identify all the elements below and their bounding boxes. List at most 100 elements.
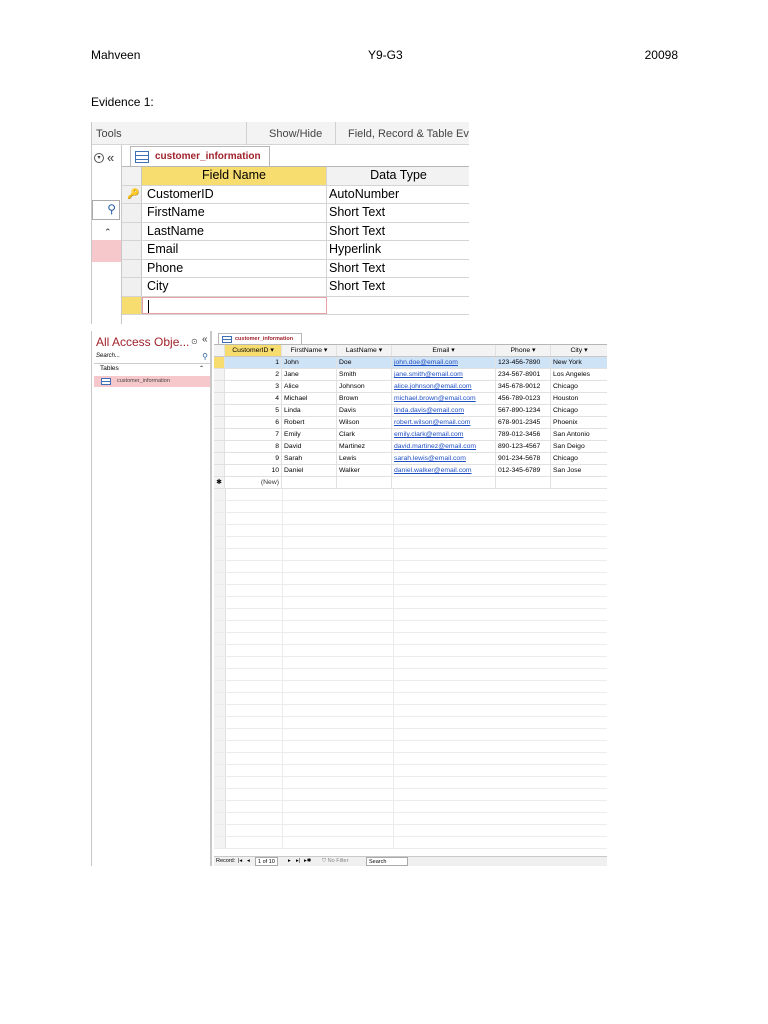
cell-phone[interactable] <box>496 477 551 488</box>
row-selector[interactable] <box>122 222 142 240</box>
column-header-email[interactable]: Email ▾ <box>392 345 496 356</box>
table-row[interactable]: 1 John Doe john.doe@email.com 123-456-78… <box>214 357 607 369</box>
table-row[interactable]: 3 Alice Johnson alice.johnson@email.com … <box>214 381 607 393</box>
cell-lastname[interactable]: Lewis <box>337 453 392 464</box>
table-row[interactable]: 10 Daniel Walker daniel.walker@email.com… <box>214 465 607 477</box>
nav-group-tables[interactable]: Tables ⌃ <box>94 365 210 375</box>
design-row[interactable]: City Short Text <box>122 278 469 297</box>
ribbon-field-events-group[interactable]: Field, Record & Table Eve <box>348 128 469 140</box>
cell-email-link[interactable]: linda.davis@email.com <box>392 405 496 416</box>
cell-customerid[interactable]: 7 <box>225 429 282 440</box>
nav-menu-icon[interactable]: ⊙ <box>191 337 198 346</box>
design-row[interactable]: FirstName Short Text <box>122 204 469 223</box>
nav-item-customer-information[interactable]: customer_information <box>94 376 210 387</box>
cell-city[interactable]: San Jose <box>551 465 607 476</box>
row-selector[interactable] <box>122 296 142 314</box>
cell-city[interactable]: Los Angeles <box>551 369 607 380</box>
data-type-cell[interactable]: Short Text <box>327 260 469 278</box>
nav-collapse-button[interactable]: « <box>202 334 208 345</box>
filter-status-button[interactable]: ⛉ No Filter <box>322 857 348 866</box>
nav-search-input[interactable]: ⚲ <box>92 200 120 220</box>
cell-phone[interactable]: 345-678-9012 <box>496 381 551 392</box>
cell-phone[interactable]: 789-012-3456 <box>496 429 551 440</box>
cell-email-link[interactable]: sarah.lewis@email.com <box>392 453 496 464</box>
cell-customerid[interactable]: 3 <box>225 381 282 392</box>
cell-lastname[interactable]: Wilson <box>337 417 392 428</box>
cell-phone[interactable]: 567-890-1234 <box>496 405 551 416</box>
column-header-city[interactable]: City ▾ <box>551 345 607 356</box>
cell-lastname[interactable]: Doe <box>337 357 392 368</box>
column-header-firstname[interactable]: FirstName ▾ <box>282 345 337 356</box>
data-type-cell[interactable]: Short Text <box>327 278 469 296</box>
row-selector[interactable] <box>122 241 142 259</box>
nav-title[interactable]: All Access Obje... <box>96 335 189 349</box>
cell-phone[interactable]: 012-345-6789 <box>496 465 551 476</box>
row-selector[interactable] <box>214 417 225 428</box>
cell-firstname[interactable] <box>282 477 337 488</box>
cell-city[interactable] <box>551 477 607 488</box>
cell-firstname[interactable]: John <box>282 357 337 368</box>
cell-phone[interactable]: 678-901-2345 <box>496 417 551 428</box>
cell-firstname[interactable]: David <box>282 441 337 452</box>
row-selector[interactable] <box>214 369 225 380</box>
field-name-cell[interactable]: Phone <box>142 259 327 277</box>
data-type-cell[interactable]: Short Text <box>327 223 469 241</box>
cell-lastname[interactable] <box>337 477 392 488</box>
cell-phone[interactable]: 123-456-7890 <box>496 357 551 368</box>
cell-phone[interactable]: 456-789-0123 <box>496 393 551 404</box>
cell-firstname[interactable]: Daniel <box>282 465 337 476</box>
cell-firstname[interactable]: Michael <box>282 393 337 404</box>
cell-phone[interactable]: 901-234-5678 <box>496 453 551 464</box>
field-name-input[interactable] <box>142 296 327 314</box>
design-row[interactable]: Email Hyperlink <box>122 241 469 260</box>
new-record-label[interactable]: (New) <box>225 477 282 488</box>
record-search-input[interactable]: Search <box>366 857 408 866</box>
row-selector[interactable] <box>122 167 142 185</box>
cell-customerid[interactable]: 5 <box>225 405 282 416</box>
row-selector[interactable] <box>214 405 225 416</box>
cell-customerid[interactable]: 1 <box>225 357 282 368</box>
data-type-cell[interactable]: Hyperlink <box>327 241 469 259</box>
row-selector[interactable]: 🔑 <box>122 185 142 203</box>
cell-city[interactable]: Phoenix <box>551 417 607 428</box>
row-selector[interactable] <box>214 381 225 392</box>
ribbon-tools-group[interactable]: Tools <box>96 128 122 140</box>
field-name-cell[interactable]: City <box>142 278 327 296</box>
ribbon-show-hide-group[interactable]: Show/Hide <box>269 128 322 140</box>
cell-lastname[interactable]: Johnson <box>337 381 392 392</box>
select-all-corner[interactable] <box>214 345 225 356</box>
cell-customerid[interactable]: 10 <box>225 465 282 476</box>
cell-email-link[interactable]: robert.wilson@email.com <box>392 417 496 428</box>
cell-email[interactable] <box>392 477 496 488</box>
cell-city[interactable]: San Antonio <box>551 429 607 440</box>
previous-record-button[interactable]: ◂ <box>247 857 250 866</box>
table-row[interactable]: 5 Linda Davis linda.davis@email.com 567-… <box>214 405 607 417</box>
column-header-lastname[interactable]: LastName ▾ <box>337 345 392 356</box>
data-type-cell[interactable]: AutoNumber <box>327 186 469 204</box>
cell-firstname[interactable]: Linda <box>282 405 337 416</box>
cell-customerid[interactable]: 8 <box>225 441 282 452</box>
cell-customerid[interactable]: 4 <box>225 393 282 404</box>
cell-email-link[interactable]: jane.smith@email.com <box>392 369 496 380</box>
cell-city[interactable]: Chicago <box>551 405 607 416</box>
cell-email-link[interactable]: david.martinez@email.com <box>392 441 496 452</box>
nav-search-input[interactable]: Search... ⚲ <box>94 352 210 364</box>
column-header-phone[interactable]: Phone ▾ <box>496 345 551 356</box>
table-row[interactable]: 2 Jane Smith jane.smith@email.com 234-56… <box>214 369 607 381</box>
cell-firstname[interactable]: Robert <box>282 417 337 428</box>
cell-city[interactable]: Chicago <box>551 381 607 392</box>
cell-lastname[interactable]: Davis <box>337 405 392 416</box>
cell-lastname[interactable]: Brown <box>337 393 392 404</box>
nav-menu-icon[interactable]: ▾ <box>94 153 104 163</box>
design-new-row[interactable] <box>122 296 469 315</box>
record-position-input[interactable]: 1 of 10 <box>255 857 278 866</box>
design-row[interactable]: 🔑 CustomerID AutoNumber <box>122 185 469 204</box>
cell-lastname[interactable]: Clark <box>337 429 392 440</box>
row-selector[interactable] <box>122 204 142 222</box>
cell-firstname[interactable]: Alice <box>282 381 337 392</box>
nav-selected-item[interactable] <box>92 240 121 262</box>
cell-email-link[interactable]: emily.clark@email.com <box>392 429 496 440</box>
row-selector[interactable] <box>214 453 225 464</box>
tab-customer-information[interactable]: customer_information <box>130 146 270 167</box>
cell-firstname[interactable]: Jane <box>282 369 337 380</box>
